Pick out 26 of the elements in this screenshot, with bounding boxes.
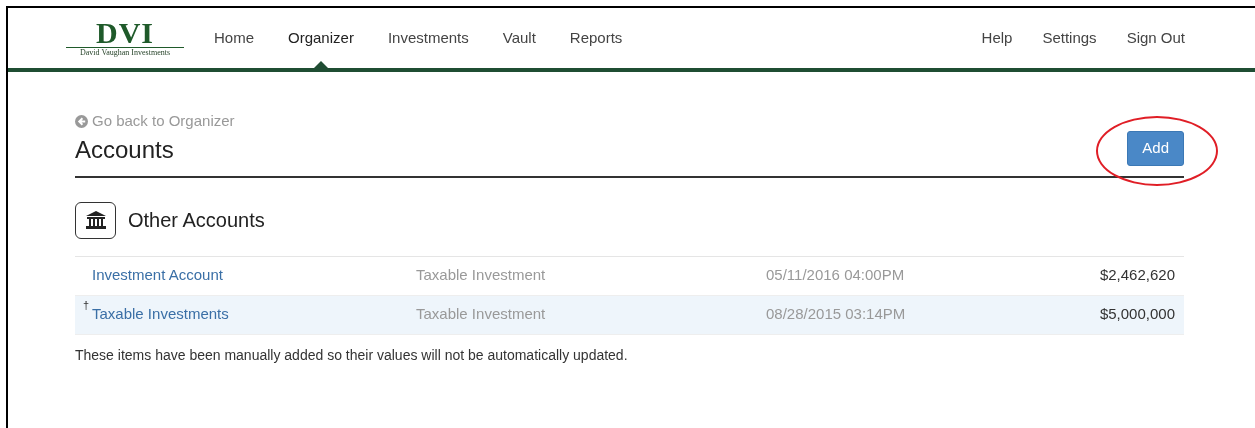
account-value: $2,462,620 xyxy=(1099,265,1176,286)
account-link[interactable]: Taxable Investments xyxy=(92,303,229,326)
nav-link[interactable]: Vault xyxy=(486,6,552,70)
bank-icon xyxy=(75,201,116,239)
nav-link[interactable]: Home xyxy=(198,6,270,70)
nav-link[interactable]: Sign Out xyxy=(1112,26,1199,50)
account-link[interactable]: Investment Account xyxy=(92,264,223,287)
account-value: $5,000,000 xyxy=(1099,304,1176,325)
nav-link[interactable]: Reports xyxy=(553,6,639,70)
account-type: Taxable Investment xyxy=(416,304,547,325)
footnote-mark: † xyxy=(83,298,91,314)
manual-items-note: These items have been manually added so their values will not be automatically updated. xyxy=(75,345,629,365)
add-button[interactable]: Add xyxy=(1127,130,1184,166)
nav-link[interactable]: Help xyxy=(967,26,1027,50)
logo-title: DVI xyxy=(66,18,184,48)
section-title: Other Accounts xyxy=(128,208,265,233)
nav-link[interactable]: Investments xyxy=(371,6,485,70)
logo-subtitle: David Vaughan Investments xyxy=(79,47,171,58)
page-title: Accounts xyxy=(75,134,175,165)
logo[interactable]: DVI David Vaughan Investments xyxy=(66,18,184,58)
nav-link[interactable]: Settings xyxy=(1028,26,1111,50)
account-date: 08/28/2015 03:14PM xyxy=(766,304,907,325)
account-type: Taxable Investment xyxy=(416,265,547,286)
account-date: 05/11/2016 04:00PM xyxy=(766,265,906,286)
back-arrow-icon xyxy=(75,114,88,128)
nav-link[interactable]: Organizer xyxy=(272,6,370,70)
